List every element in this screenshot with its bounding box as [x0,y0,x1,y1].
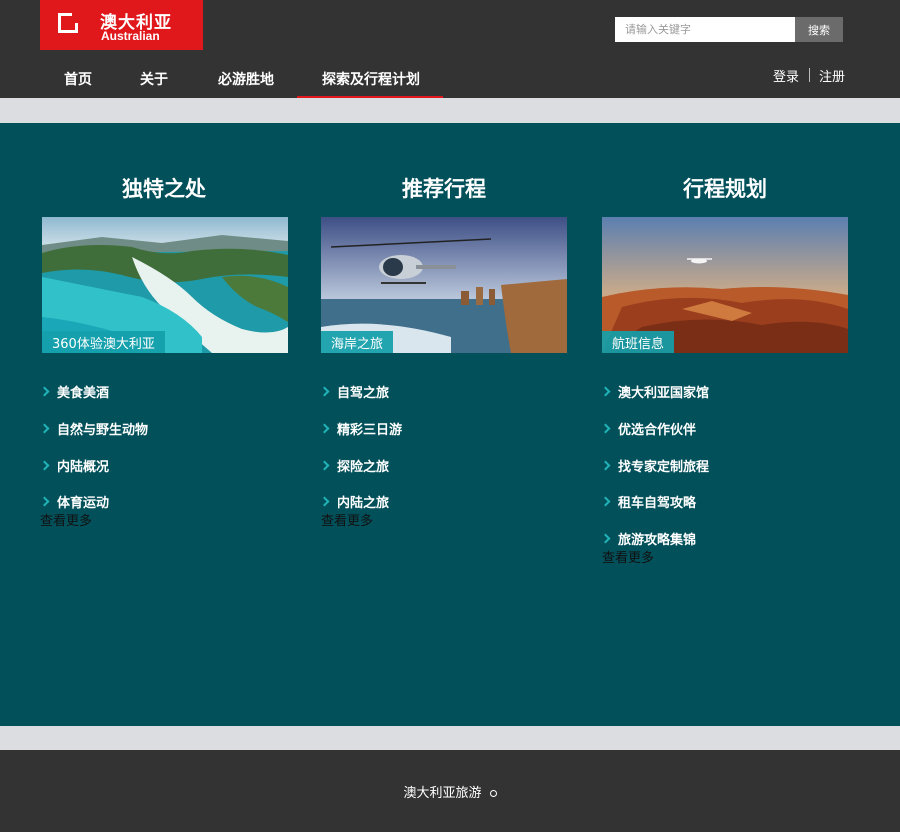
chevron-right-icon [319,460,330,471]
footer-circle-icon [489,790,497,797]
logo-mark-icon [58,13,78,33]
column-title: 独特之处 [122,176,206,201]
column-title: 推荐行程 [402,176,486,201]
nav-active-indicator [297,96,443,98]
site-header: 澳大利亚 Australian 搜索 首页 关于 必游胜地 探索及行程计划 登录… [0,0,900,98]
chevron-right-icon [319,496,330,507]
search-button[interactable]: 搜索 [795,17,843,42]
column-image[interactable]: 海岸之旅 [321,217,567,353]
chevron-right-icon [39,423,50,434]
image-caption: 航班信息 [602,331,675,353]
chevron-right-icon [319,386,330,397]
chevron-right-icon [600,496,611,507]
column-image[interactable]: 航班信息 [602,217,848,353]
nav-explore-plan[interactable]: 探索及行程计划 [322,69,420,89]
register-link[interactable]: 注册 [819,66,845,85]
nav-destinations[interactable]: 必游胜地 [218,69,274,89]
chevron-right-icon [39,496,50,507]
site-logo[interactable]: 澳大利亚 Australian [40,0,203,50]
footer-text: 澳大利亚旅游 [403,786,482,801]
chevron-right-icon [600,386,611,397]
login-link[interactable]: 登录 [773,66,799,85]
see-more-link[interactable]: 查看更多 [40,510,92,529]
logo-title-en: Australian [101,29,160,43]
image-caption: 海岸之旅 [321,331,394,353]
nav-about[interactable]: 关于 [140,69,168,89]
chevron-right-icon [39,386,50,397]
footer-line: 澳大利亚旅游 [0,782,900,801]
chevron-right-icon [600,423,611,434]
column-title: 行程规划 [683,176,767,201]
chevron-right-icon [600,533,611,544]
column-image[interactable]: 360体验澳大利亚 [42,217,288,353]
chevron-right-icon [319,423,330,434]
image-caption: 360体验澳大利亚 [42,331,165,353]
auth-divider [809,68,810,82]
nav-home[interactable]: 首页 [64,69,92,89]
see-more-link[interactable]: 查看更多 [321,510,373,529]
see-more-link[interactable]: 查看更多 [602,547,654,566]
main-content: 独特之处 360体验澳大利亚 美食美酒 自然与野生动物 内陆概况 体育运动 查看… [0,123,900,726]
site-footer: 澳大利亚旅游 [0,750,900,832]
search-input[interactable] [615,17,795,42]
chevron-right-icon [600,460,611,471]
chevron-right-icon [39,460,50,471]
